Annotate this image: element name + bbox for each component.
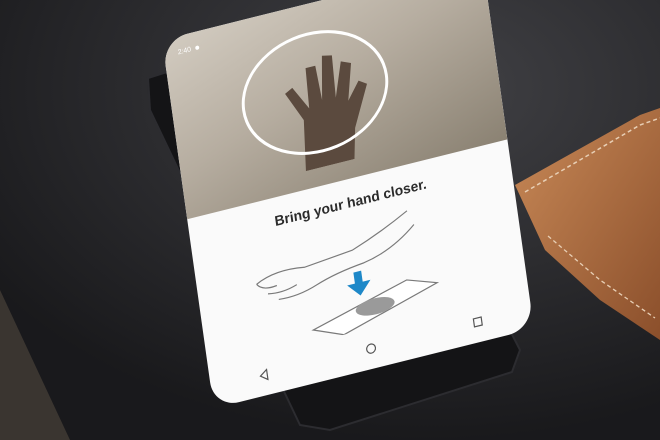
recents-square-icon (472, 316, 483, 328)
photo-scene: 2:40 Bring your hand closer. (0, 0, 660, 440)
back-button[interactable] (255, 365, 273, 385)
back-triangle-icon (259, 368, 269, 381)
down-arrow-icon (347, 270, 371, 296)
status-left: 2:40 (177, 44, 200, 57)
camera-preview: 2:40 (162, 0, 508, 220)
notification-icon (194, 45, 200, 51)
home-button[interactable] (362, 339, 380, 359)
status-time: 2:40 (177, 45, 192, 57)
home-circle-icon (366, 343, 377, 354)
recents-button[interactable] (469, 312, 487, 332)
